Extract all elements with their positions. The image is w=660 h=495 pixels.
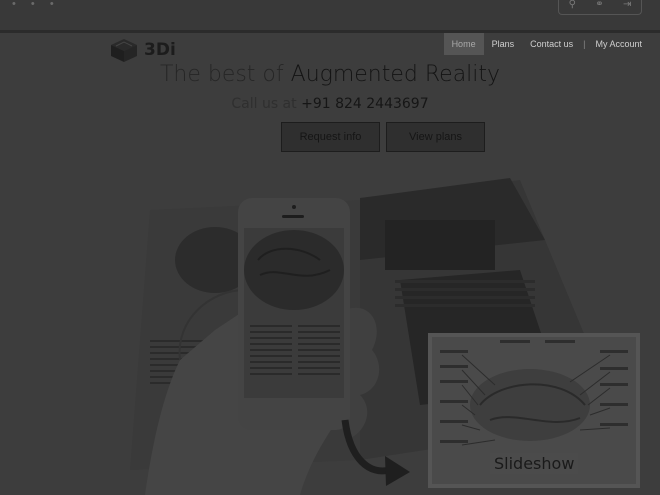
link-icon[interactable]: ⚭ xyxy=(595,0,603,10)
call-line: Call us at +91 824 2443697 xyxy=(0,96,660,112)
search-icon[interactable]: ⚲ xyxy=(569,0,576,10)
nav-account[interactable]: My Account xyxy=(587,33,650,55)
logo[interactable]: 3Di xyxy=(108,36,176,64)
window-dots: • • • xyxy=(12,0,60,10)
hero-illustration xyxy=(130,178,640,495)
view-plans-button[interactable]: View plans xyxy=(386,122,485,152)
headline-strong: Augmented Reality xyxy=(290,62,501,87)
main-nav: Home Plans Contact us | My Account xyxy=(443,33,650,55)
phone-number[interactable]: +91 824 2443697 xyxy=(301,96,429,112)
call-label: Call us at xyxy=(231,96,297,112)
logo-cube-icon xyxy=(111,39,137,62)
top-bar: • • • ⚲ ⚭ ⇥ xyxy=(0,0,660,33)
request-info-button[interactable]: Request info xyxy=(281,122,380,152)
logo-text: 3Di xyxy=(144,40,176,60)
nav-contact[interactable]: Contact us xyxy=(522,33,581,55)
page-headline: The best of Augmented Reality xyxy=(0,62,660,87)
smartphone xyxy=(238,198,350,430)
nav-home[interactable]: Home xyxy=(443,33,484,55)
slideshow-label[interactable]: Slideshow xyxy=(490,453,579,474)
login-icon[interactable]: ⇥ xyxy=(623,0,631,10)
headline-light: The best of xyxy=(159,62,284,87)
nav-plans[interactable]: Plans xyxy=(484,33,523,55)
top-icon-group: ⚲ ⚭ ⇥ xyxy=(558,0,642,15)
